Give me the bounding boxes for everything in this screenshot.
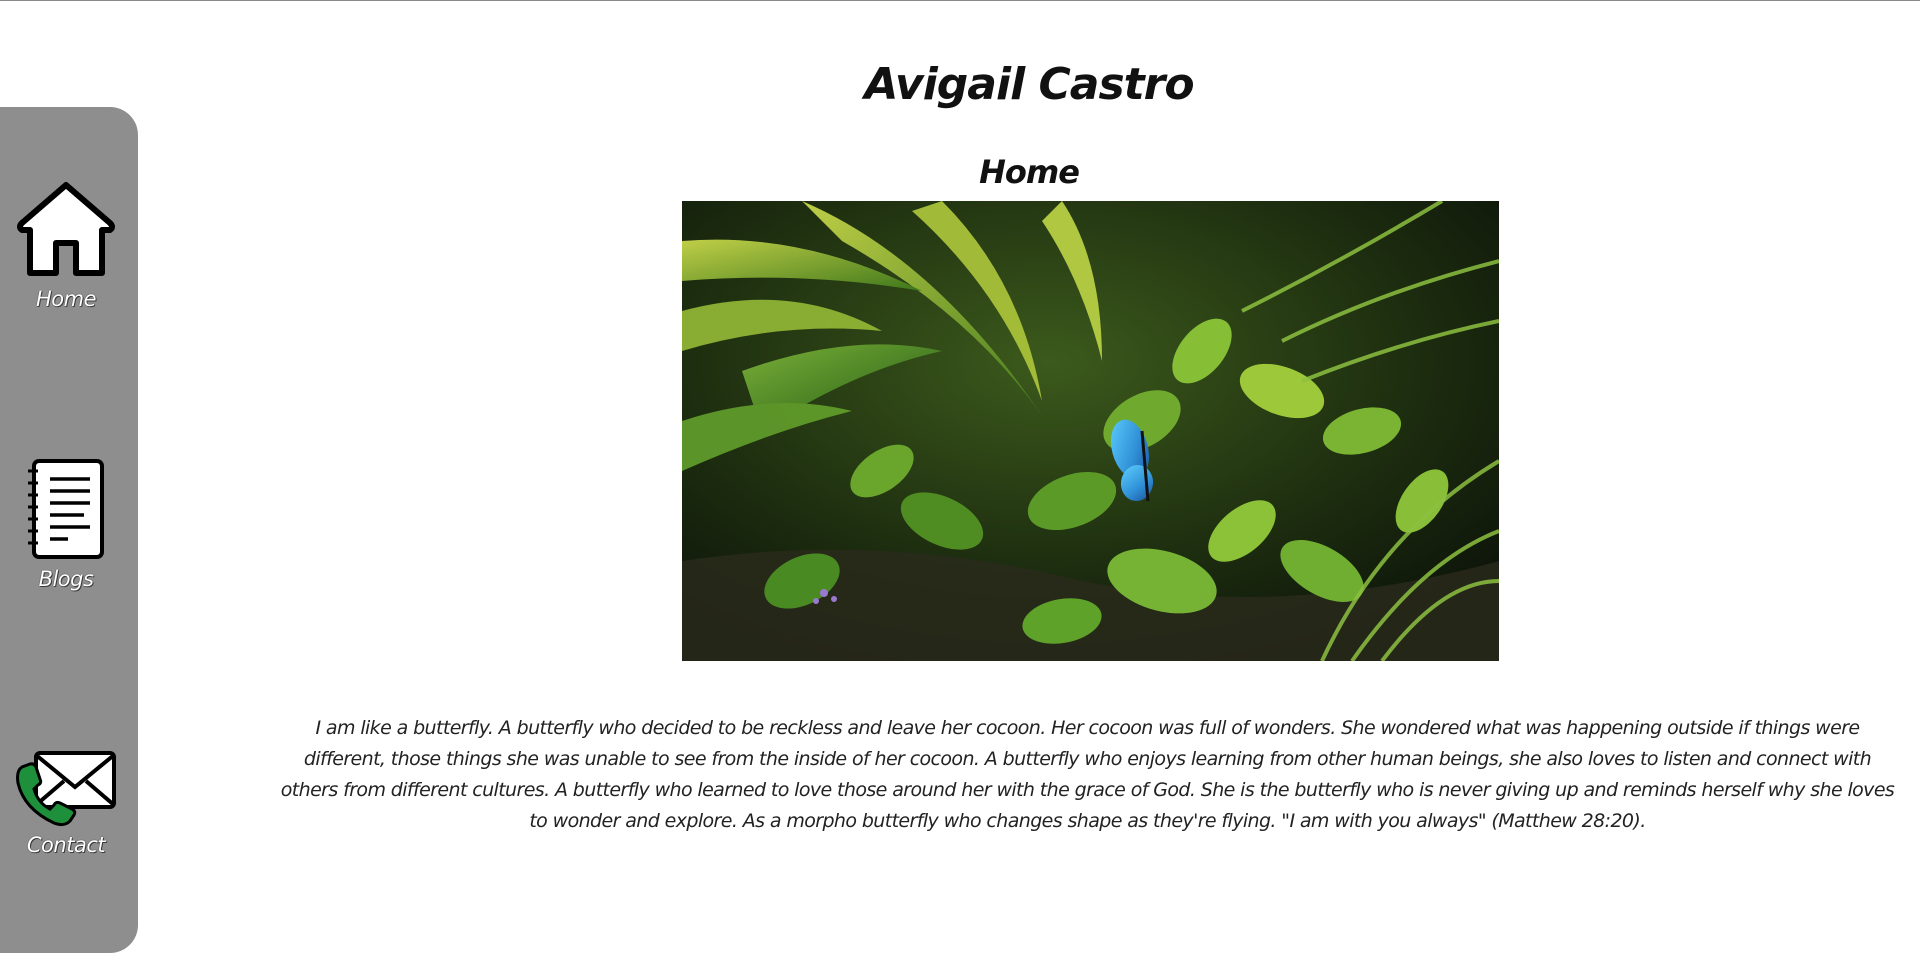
notebook-icon xyxy=(28,459,104,559)
sidebar-item-home[interactable]: Home xyxy=(0,177,132,311)
sidebar-item-contact[interactable]: Contact xyxy=(0,747,132,857)
page-title: Home xyxy=(979,152,1080,191)
sidebar-item-label: Contact xyxy=(26,833,106,857)
site-title: Avigail Castro xyxy=(864,59,1194,111)
sidebar-item-blogs[interactable]: Blogs xyxy=(0,457,132,591)
top-border xyxy=(0,0,1920,1)
home-icon xyxy=(17,182,115,276)
phone-mail-icon xyxy=(16,751,116,827)
sidebar-item-label: Blogs xyxy=(38,567,94,591)
sidebar-item-label: Home xyxy=(35,287,97,311)
hero-image-butterfly xyxy=(682,201,1499,661)
sidebar-nav: Home Blogs Contact xyxy=(0,107,138,953)
bio-paragraph: I am like a butterfly. A butterfly who d… xyxy=(280,717,1895,832)
foliage-photo xyxy=(682,201,1499,661)
